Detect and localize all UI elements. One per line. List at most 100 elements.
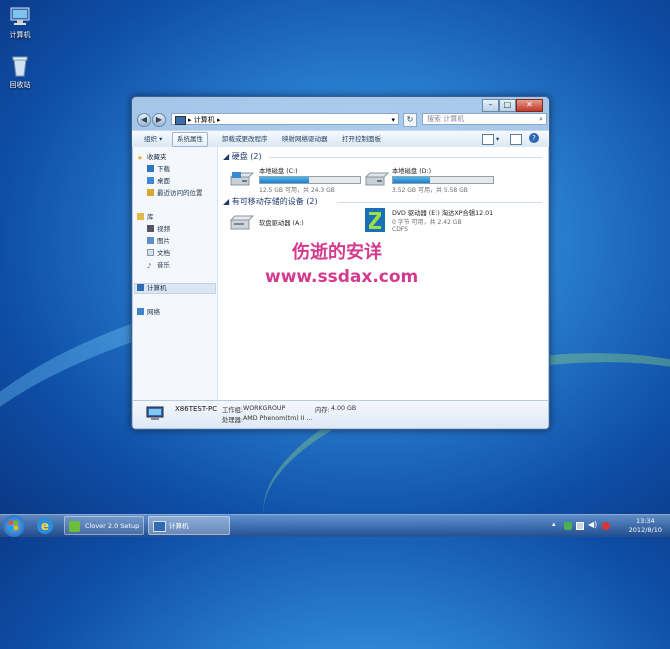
show-hidden-icons[interactable]: ▴ [552, 520, 560, 528]
cpu-label: 处理器: [222, 417, 244, 424]
taskbar-button-label: 计算机 [169, 522, 189, 530]
drive-name: 软盘驱动器 (A:) [259, 220, 304, 227]
action-center-icon[interactable] [602, 522, 610, 530]
nav-label: 计算机 [147, 284, 167, 292]
nav-computer[interactable]: 计算机 [137, 283, 167, 294]
collapse-icon[interactable]: ◢ [223, 152, 232, 161]
network-icon [137, 308, 144, 315]
system-properties-button[interactable]: 系统属性 [172, 132, 208, 147]
drive-name: 本地磁盘 (C:) [259, 168, 298, 175]
group-header-hard-disks[interactable]: ◢ 硬盘 (2) [223, 151, 262, 162]
uninstall-program-button[interactable]: 卸载或更改程序 [218, 131, 272, 147]
forward-button[interactable]: ▶ [152, 113, 166, 127]
computer-icon [137, 284, 144, 291]
drive-space: 12.5 GB 可用，共 24.3 GB [259, 187, 335, 194]
search-input[interactable]: 搜索 计算机 ⌕ [422, 113, 547, 125]
nav-item-pictures[interactable]: 图片 [147, 236, 170, 247]
volume-icon[interactable]: ◀) [588, 520, 597, 529]
help-icon[interactable]: ? [529, 133, 539, 143]
preview-pane-icon[interactable] [510, 134, 522, 145]
drive-e[interactable]: DVD 驱动器 (E:) 淘达XP合辑12.01 0 字节 可用，共 2.42 … [392, 208, 493, 233]
recent-places-icon [147, 189, 154, 196]
breadcrumb-arrow-icon[interactable]: ▸ [215, 116, 221, 124]
computer-icon [146, 406, 164, 420]
nav-item-recent-places[interactable]: 最近访问的位置 [147, 188, 203, 199]
clock-date: 2012/8/10 [628, 526, 662, 534]
map-network-drive-button[interactable]: 映射网络驱动器 [278, 131, 332, 147]
windows-logo-icon [9, 521, 18, 530]
desktop-icon-recycle-bin[interactable]: 回收站 [0, 55, 40, 90]
drive-usage-fill [393, 177, 430, 183]
music-icon: ♪ [147, 262, 152, 270]
drive-usage-bar [259, 176, 361, 184]
organize-menu[interactable]: 组织 ▾ [140, 131, 166, 147]
computer-icon [153, 521, 166, 532]
address-bar[interactable]: ▸ 计算机 ▸ ▾ [171, 113, 399, 125]
nav-libraries[interactable]: 库 [137, 212, 154, 223]
nav-label: 库 [147, 213, 154, 221]
command-bar: 组织 ▾ 系统属性 卸载或更改程序 映射网络驱动器 打开控制面板 ▾ ? [132, 130, 549, 148]
computer-icon [175, 116, 186, 125]
desktop-folder-icon [147, 177, 154, 184]
drive-a[interactable]: 软盘驱动器 (A:) [259, 218, 304, 227]
clock-time: 13:34 [635, 517, 655, 525]
divider [269, 157, 542, 158]
collapse-icon[interactable]: ◢ [223, 197, 232, 206]
chevron-down-icon[interactable]: ▾ [391, 114, 395, 126]
drive-d[interactable]: 本地磁盘 (D:) 3.52 GB 可用，共 5.58 GB [392, 166, 494, 194]
network-status-icon[interactable] [576, 522, 584, 530]
tray-app-icon[interactable] [564, 522, 572, 530]
internet-explorer-icon[interactable]: e [37, 518, 53, 534]
taskbar-button-clover[interactable]: Clover 2.0 Setup [64, 516, 144, 535]
refresh-button[interactable]: ↻ [403, 113, 417, 127]
taskbar: e Clover 2.0 Setup 计算机 ▴ ◀) 13:34 2012/8… [0, 514, 670, 537]
system-drive-icon [229, 172, 255, 186]
nav-label: 最近访问的位置 [157, 189, 203, 197]
clock[interactable]: 13:34 2012/8/10 [629, 517, 662, 535]
nav-label: 下载 [157, 165, 170, 173]
nav-label: 文档 [157, 249, 170, 257]
nav-favorites[interactable]: ★ 收藏夹 [137, 152, 167, 163]
taskbar-button-label: Clover 2.0 Setup [85, 522, 140, 530]
open-control-panel-button[interactable]: 打开控制面板 [338, 131, 385, 147]
search-placeholder: 搜索 计算机 [427, 115, 465, 123]
nav-item-desktop[interactable]: 桌面 [147, 176, 170, 187]
details-pane: X86TEST-PC 工作组: WORKGROUP 内存: 4.00 GB 处理… [133, 400, 548, 428]
back-button[interactable]: ◀ [137, 113, 151, 127]
drive-name: DVD 驱动器 (E:) 淘达XP合辑12.01 [392, 210, 494, 217]
nav-item-downloads[interactable]: 下载 [147, 164, 170, 175]
nav-label: 图片 [157, 237, 170, 245]
minimize-button[interactable]: – [482, 99, 499, 112]
drive-name: 本地磁盘 (D:) [392, 168, 432, 175]
breadcrumb[interactable]: 计算机 [194, 116, 215, 124]
workgroup-label: 工作组: [222, 407, 244, 414]
drive-c[interactable]: 本地磁盘 (C:) 12.5 GB 可用，共 24.3 GB [259, 166, 361, 194]
caption-buttons: – □ ✕ [482, 99, 543, 112]
nav-item-documents[interactable]: 文档 [147, 248, 170, 259]
nav-item-music[interactable]: ♪ 音乐 [147, 260, 170, 271]
nav-label: 收藏夹 [147, 153, 167, 161]
drive-usage-bar [392, 176, 494, 184]
group-title: 有可移动存储的设备 (2) [231, 197, 318, 206]
start-button[interactable] [3, 515, 25, 537]
taskbar-button-computer[interactable]: 计算机 [148, 516, 230, 535]
navigation-pane: ★ 收藏夹 下载 桌面 最近访问的位置 库 视频 图片 文档 ♪ 音乐 计算机 网络 [133, 147, 218, 400]
view-dropdown-icon[interactable]: ▾ [492, 131, 503, 147]
download-folder-icon [147, 165, 154, 172]
group-title: 硬盘 (2) [231, 152, 262, 161]
search-icon[interactable]: ⌕ [539, 114, 543, 125]
desktop-icon-label: 回收站 [9, 81, 31, 89]
nav-label: 视频 [157, 225, 170, 233]
drive-usage-fill [260, 177, 309, 183]
clover-app-icon [69, 521, 80, 532]
nav-item-videos[interactable]: 视频 [147, 224, 170, 235]
watermark-title: 伤逝的安详 [292, 242, 382, 263]
maximize-button[interactable]: □ [499, 99, 516, 112]
close-button[interactable]: ✕ [516, 99, 543, 112]
nav-network[interactable]: 网络 [137, 307, 160, 318]
pc-name: X86TEST-PC [175, 405, 218, 413]
group-header-removable[interactable]: ◢ 有可移动存储的设备 (2) [223, 196, 318, 207]
nav-label: 网络 [147, 308, 160, 316]
cpu-value: AMD Phenom(tm) II ... [243, 415, 313, 422]
desktop-icon-computer[interactable]: 计算机 [0, 5, 40, 40]
